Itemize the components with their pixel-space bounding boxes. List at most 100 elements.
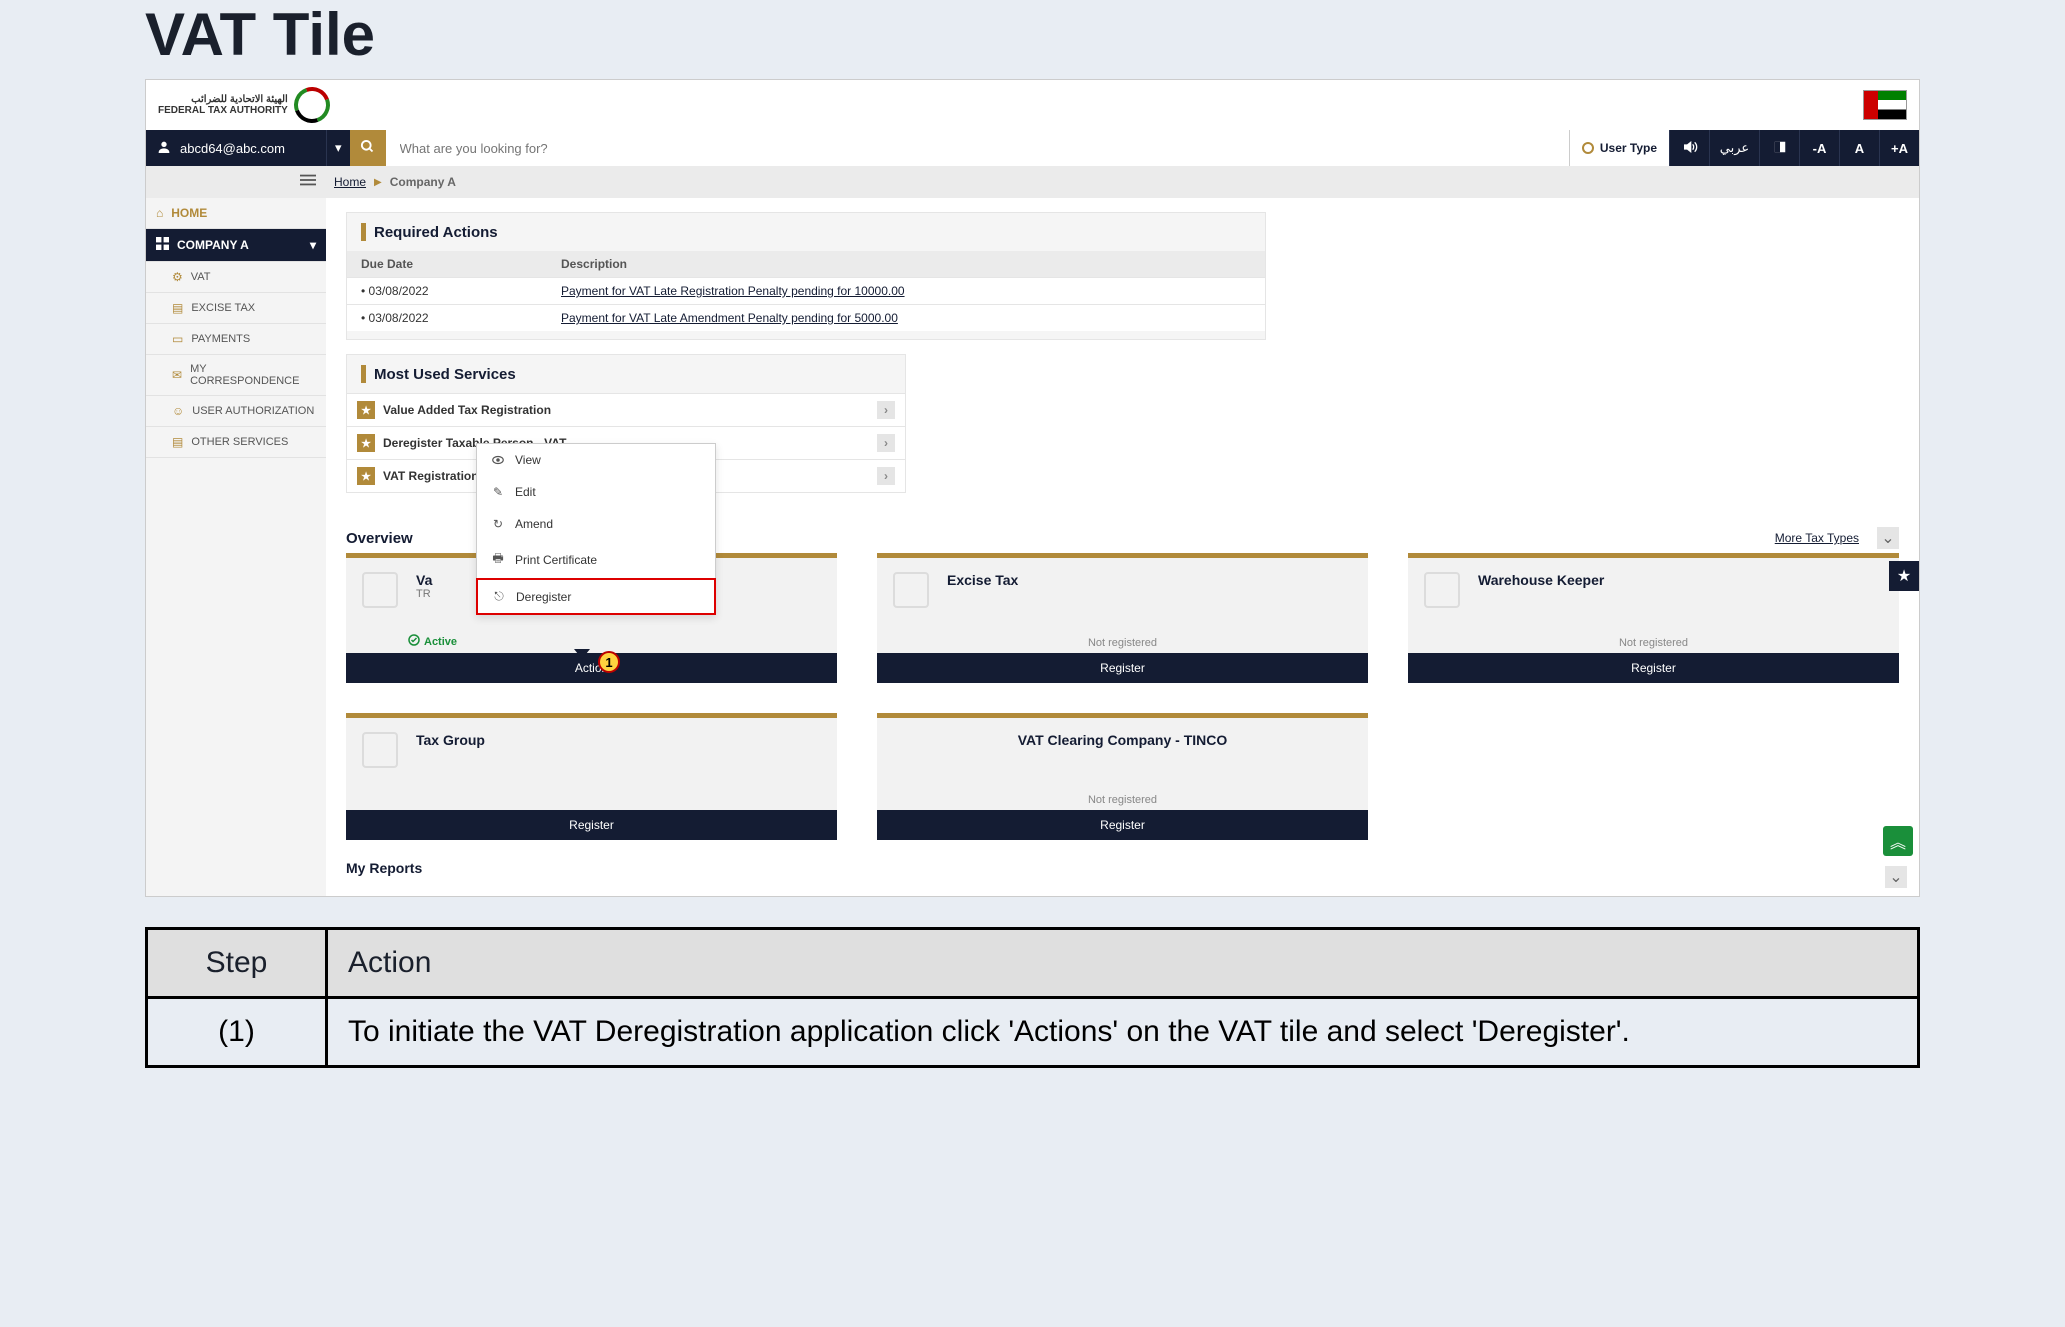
hamburger-icon[interactable] [300,173,316,192]
action-link[interactable]: Payment for VAT Late Amendment Penalty p… [561,311,898,325]
chevron-down-icon: ⌄ [1881,528,1894,548]
step-number: (1) [147,998,327,1067]
tile-register-button[interactable]: Register [877,653,1368,683]
header-bar: abcd64@abc.com ▾ User Type [146,130,1919,166]
language-button[interactable]: عربي [1709,130,1759,166]
dropdown-label: View [515,453,541,467]
sidebar-item-correspondence[interactable]: ✉ MY CORRESPONDENCE [146,355,326,396]
tile-warehouse: Warehouse Keeper Not registered Register [1408,553,1899,683]
star-icon: ★ [357,401,375,419]
favorites-tab[interactable]: ★ [1889,561,1919,591]
tile-title: VAT Clearing Company - TINCO [893,732,1352,748]
sidebar-item-user-auth[interactable]: ☺ USER AUTHORIZATION [146,396,326,427]
tile-register-button[interactable]: Register [346,810,837,840]
pencil-icon: ✎ [491,485,505,499]
tile-title: Excise Tax [947,572,1352,588]
chevron-down-icon: ▾ [335,140,342,156]
overview-collapse[interactable]: ⌄ [1877,527,1899,549]
tile-status: Not registered [877,633,1368,653]
doc-icon: ▤ [172,301,183,315]
chevron-up-icon: ︽ [1890,829,1906,853]
sidebar-item-other-services[interactable]: ▤ OTHER SERVICES [146,427,326,458]
tile-action-button[interactable]: Action [346,653,837,683]
sound-icon [1682,139,1698,158]
tile-title: Tax Group [416,732,821,748]
tiles-row-2: Tax Group Register VAT Clearing Company … [346,713,1899,840]
dropdown-label: Print Certificate [515,553,597,567]
search-input[interactable] [398,140,1557,157]
bottle-icon [893,572,929,608]
due-date: • 03/08/2022 [361,284,561,298]
search-button[interactable] [350,130,386,166]
account-box[interactable]: abcd64@abc.com [146,130,326,166]
dropdown-item-deregister[interactable]: ⎋ Deregister [476,578,716,615]
user-type-button[interactable]: User Type [1569,130,1669,166]
font-normal-label: A [1855,141,1864,156]
required-actions-title: Required Actions [374,224,498,241]
sidebar-item-excise[interactable]: ▤ EXCISE TAX [146,293,326,324]
font-increase-label: +A [1891,141,1908,156]
dropdown-item-view[interactable]: View [477,444,715,476]
service-row[interactable]: ★Value Added Tax Registration › [347,393,905,426]
dropdown-label: Deregister [516,590,571,604]
most-used-title: Most Used Services [374,366,516,383]
check-icon [408,634,420,649]
dropdown-item-print[interactable]: 🖶 Print Certificate [477,540,715,579]
tile-excise: Excise Tax Not registered Register [877,553,1368,683]
callout-pointer-icon [574,649,590,659]
col-step-header: Step [147,929,327,998]
logo-text-ar: الهيئة الاتحادية للضرائب [158,94,288,105]
sidebar-item-label: VAT [191,271,211,283]
overview-title: Overview [346,530,413,547]
screenshot: الهيئة الاتحادية للضرائب FEDERAL TAX AUT… [145,79,1920,897]
sidebar-item-label: OTHER SERVICES [191,436,288,448]
user-type-dot-icon [1582,142,1594,154]
content: Required Actions Due Date Description • … [326,198,1919,896]
group-icon [362,732,398,768]
mail-icon: ✉ [172,368,182,382]
receipt-icon [362,572,398,608]
breadcrumb-home[interactable]: Home [334,175,366,189]
actions-dropdown: View ✎ Edit ↻ Amend 🖶 Print Certifica [476,443,716,615]
tile-register-button[interactable]: Register [877,810,1368,840]
dropdown-item-amend[interactable]: ↻ Amend [477,508,715,540]
font-normal-button[interactable]: A [1839,130,1879,166]
scroll-top-button[interactable]: ︽ [1883,826,1913,856]
sound-button[interactable] [1669,130,1709,166]
tile-status: Not registered [877,790,1368,810]
sidebar-company-label: COMPANY A [177,238,249,252]
account-chevron[interactable]: ▾ [326,130,350,166]
reports-collapse[interactable]: ⌄ [1885,866,1907,888]
breadcrumb: Home ▶ Company A [326,175,456,189]
user-type-label: User Type [1600,141,1657,155]
sidebar: ⌂ HOME COMPANY A ▾ ⚙ VAT [146,198,326,896]
star-icon: ★ [357,467,375,485]
dropdown-item-edit[interactable]: ✎ Edit [477,476,715,508]
sidebar-item-company[interactable]: COMPANY A ▾ [146,229,326,262]
tile-register-button[interactable]: Register [1408,653,1899,683]
tile-tax-group: Tax Group Register [346,713,837,840]
step-action-text: To initiate the VAT Deregistration appli… [327,998,1919,1067]
search-box [386,130,1569,166]
refresh-icon: ↻ [491,517,505,531]
accent-bar-icon [361,365,366,383]
tile-title: Warehouse Keeper [1478,572,1883,588]
sidebar-item-vat[interactable]: ⚙ VAT [146,262,326,293]
col-action-header: Action [327,929,1919,998]
contrast-button[interactable] [1759,130,1799,166]
more-tax-types-link[interactable]: More Tax Types [1775,531,1859,545]
font-decrease-label: -A [1813,141,1827,156]
chevron-right-icon: › [877,434,895,452]
sidebar-item-label: MY CORRESPONDENCE [190,363,316,387]
my-reports-title: My Reports [346,860,1899,876]
action-link[interactable]: Payment for VAT Late Registration Penalt… [561,284,905,298]
language-label: عربي [1720,140,1749,156]
font-increase-button[interactable]: +A [1879,130,1919,166]
font-decrease-button[interactable]: -A [1799,130,1839,166]
breadcrumb-bar: Home ▶ Company A [146,166,1919,198]
account-email: abcd64@abc.com [180,141,285,156]
sidebar-item-payments[interactable]: ▭ PAYMENTS [146,324,326,355]
logo-text-en: FEDERAL TAX AUTHORITY [158,105,288,116]
sidebar-item-home[interactable]: ⌂ HOME [146,198,326,229]
chevron-down-icon: ⌄ [1889,867,1902,887]
